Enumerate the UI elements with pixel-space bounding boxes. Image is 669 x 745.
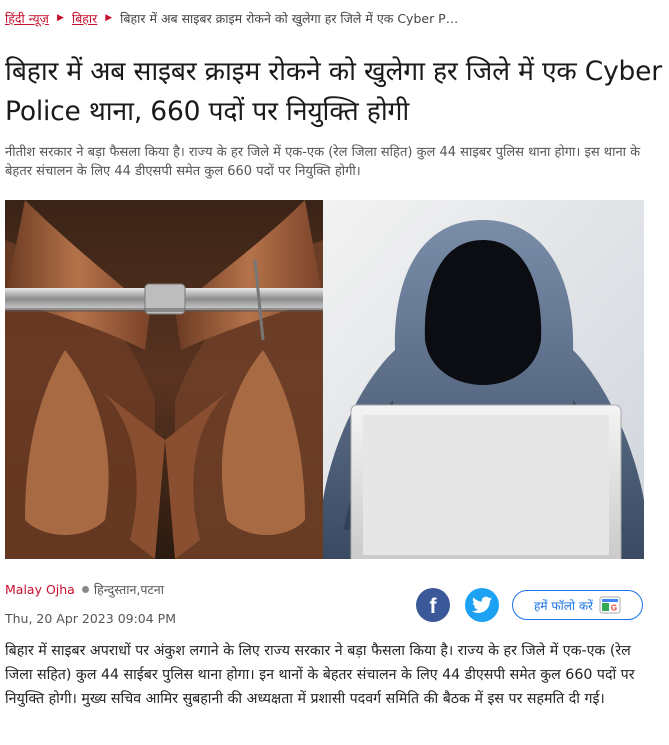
follow-us-label: हमें फॉलो करें bbox=[534, 598, 593, 613]
publish-date: Thu, 20 Apr 2023 09:04 PM bbox=[5, 611, 177, 626]
breadcrumb: हिंदी न्यूज़ ▶ बिहार ▶ बिहार में अब साइब… bbox=[5, 8, 458, 28]
article-headline: बिहार में अब साइबर क्राइम रोकने को खुलेग… bbox=[5, 56, 662, 127]
twitter-share-button[interactable] bbox=[465, 588, 499, 622]
breadcrumb-section-link[interactable]: बिहार bbox=[72, 10, 97, 27]
source-label: हिन्दुस्तान,पटना bbox=[93, 581, 164, 597]
svg-text:G: G bbox=[611, 604, 617, 613]
byline: Malay Ojha हिन्दुस्तान,पटना bbox=[5, 580, 164, 598]
article-hero-image bbox=[5, 200, 644, 559]
facebook-icon: f bbox=[430, 595, 438, 618]
hacker-image bbox=[323, 200, 644, 559]
google-news-icon: G bbox=[599, 596, 621, 614]
breadcrumb-current: बिहार में अब साइबर क्राइम रोकने को खुलेग… bbox=[120, 10, 459, 26]
svg-text:f: f bbox=[430, 595, 438, 618]
article-summary: नीतीश सरकार ने बड़ा फैसला किया है। राज्य… bbox=[5, 145, 641, 179]
author-name-link[interactable]: Malay Ojha bbox=[5, 582, 75, 597]
twitter-icon bbox=[472, 596, 492, 613]
chevron-right-icon: ▶ bbox=[56, 13, 64, 23]
breadcrumb-home-link[interactable]: हिंदी न्यूज़ bbox=[5, 10, 49, 27]
handcuffs-image bbox=[5, 200, 323, 559]
article-body: बिहार में साइबर अपराधों पर अंकुश लगाने क… bbox=[5, 643, 635, 707]
follow-us-button[interactable]: हमें फॉलो करें G bbox=[512, 590, 643, 620]
chevron-right-icon: ▶ bbox=[105, 13, 113, 23]
separator-dot bbox=[81, 585, 89, 593]
facebook-share-button[interactable]: f bbox=[416, 588, 450, 622]
